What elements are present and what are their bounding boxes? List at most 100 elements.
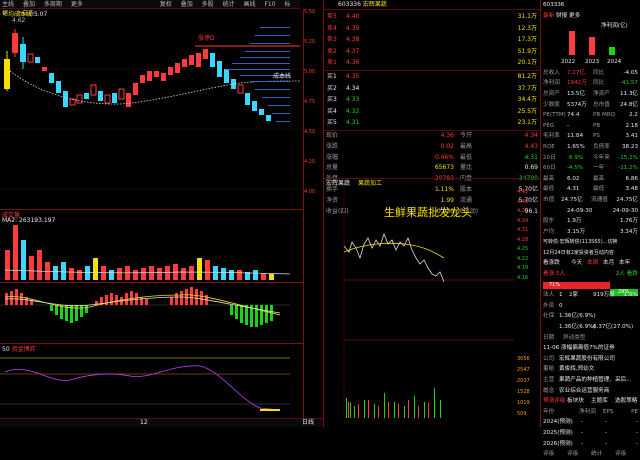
bid-row[interactable]: 买5 4.31 23.1万: [324, 117, 540, 129]
bid-row[interactable]: 买4 4.32 25.5万: [324, 106, 540, 118]
text-right-vote_tabs-3: 本年: [619, 260, 631, 267]
text-right-rating_tabs-1[interactable]: 板块块: [567, 396, 584, 407]
bottom-day[interactable]: 日线: [302, 419, 314, 427]
kline-panel[interactable]: 平均成本线 5.07 4.62 涨停D 成本线: [0, 9, 303, 209]
macd-chart: [0, 287, 290, 327]
toolbar-mid-2[interactable]: 多股: [202, 1, 214, 8]
toolbar-item-3[interactable]: 更多: [71, 1, 83, 8]
info-code: 603336: [543, 2, 565, 8]
text-right-more1-1-0: 外资: [543, 302, 555, 309]
stat-row: 市值 24.75亿 流通值 24.75亿: [541, 195, 640, 206]
info-tab-2[interactable]: 更多: [569, 13, 580, 19]
axis-3: 4.75: [304, 99, 316, 105]
text-quote-3-d: 0.69: [524, 164, 538, 172]
text-right-rows-9-3: -21.2%: [618, 165, 638, 172]
bid-row[interactable]: 买2 4.34 37.7万: [324, 83, 540, 95]
text-right-rows-12-3: 24.75亿: [616, 196, 638, 203]
toolbar-mid-3[interactable]: 统计: [223, 1, 235, 8]
text-right-forecast-0-0: 2024(预测): [543, 419, 573, 426]
text-quote-0-a: 现价: [326, 132, 339, 139]
text-right-rows2-0-1: 1.9万: [567, 218, 582, 225]
mini-tab-0[interactable]: 宏辉果蔬: [326, 180, 350, 187]
price-axis: 5.50 5.25 5.00 4.75 4.50 4.25 4.00: [304, 9, 323, 209]
text-right-rating_tabs-0[interactable]: 预测评级: [543, 396, 565, 407]
text-right-forecast_head-2: EPS: [603, 408, 614, 415]
text-right-forecast_head-1: 净利润: [579, 408, 596, 415]
text-orderbook-bids-4-price: 4.31: [346, 119, 360, 126]
ask-row[interactable]: 卖1 4.36 20.1万: [324, 57, 540, 69]
axis-6: 4.00: [304, 189, 316, 195]
toolbar-mid-1[interactable]: 叠加: [181, 1, 193, 8]
text-right-vote_tabs-0: 今天: [571, 260, 583, 267]
text-orderbook-asks-0-vol: 31.1万: [517, 13, 537, 20]
limit-up-tag: 涨停D: [198, 35, 215, 42]
ask-row[interactable]: 卖5 4.40 31.1万: [324, 11, 540, 23]
mini-tabs: 宏辉果蔬 果蔬加工: [324, 179, 540, 188]
news-2[interactable]: 12月24日有2家投资者互动内容: [543, 248, 614, 259]
text-orderbook-asks-3-vol: 51.9万: [517, 47, 537, 55]
text-right-rows-7-0: ROE: [543, 143, 555, 150]
stat-row: ROE 1.65% 负债率 38.23: [541, 142, 640, 153]
ask-row[interactable]: 卖2 4.37 51.9万: [324, 46, 540, 58]
toolbar-mid-5[interactable]: F10: [264, 1, 275, 8]
indicator-chart: [0, 357, 290, 411]
mini-tab-1[interactable]: 果蔬加工: [358, 180, 382, 187]
toolbar-item-2[interactable]: 多周期: [44, 1, 62, 8]
text-orderbook-bids-3-vol: 25.5万: [517, 107, 537, 115]
text-right-sec1_title: 日期: [543, 334, 555, 341]
stat-row: 总资产 13.5亿 净资产 11.3亿: [541, 89, 640, 100]
stat-row: 少数股 5374万 总市值 24.8亿: [541, 100, 640, 111]
text-right-rows-3-2: 总市值: [593, 101, 610, 108]
text-right-rows-7-2: 负债率: [593, 143, 610, 150]
text-quote-2-d: 4.31: [524, 153, 538, 161]
news-1[interactable]: 可转债:宏辉转债(113565)...切换: [543, 237, 617, 248]
text-right-rows-8-2: 今年来: [593, 154, 610, 161]
text-right-forecast-1-2: -: [605, 429, 608, 436]
text-right-rows-12-1: 24.75亿: [561, 196, 583, 203]
text-right-rows-10-1: 6.02: [567, 175, 580, 182]
text-right-rows-2-3: 11.3亿: [619, 90, 638, 97]
ask-row[interactable]: 卖4 4.39 12.3万: [324, 23, 540, 35]
text-right-rows-12-0: 市值: [543, 196, 555, 203]
toolbar-mid-4[interactable]: 画线: [244, 1, 256, 8]
mini-axis-8: 4.19: [517, 265, 529, 271]
text-right-rating_tabs-2[interactable]: 主题库: [591, 396, 608, 407]
text-right-rows-0-0: 总收入: [543, 69, 560, 76]
text-right-rows-12-2: 流通值: [591, 196, 608, 203]
text-orderbook-bids-1-price: 4.34: [346, 84, 360, 92]
mini-axis-6: 4.25: [517, 246, 529, 252]
mini-vol-axis: 3056 2547 2037 1528 1019 509: [517, 354, 539, 420]
text-right-rows-6-2: PS: [593, 133, 600, 140]
mini-axis-7: 4.22: [517, 255, 529, 262]
text-right-forecast-0-1: -: [581, 419, 584, 426]
text-right-rows-0-2: 同比: [593, 69, 605, 76]
text-orderbook-bids-2-vol: 34.4万: [517, 96, 537, 103]
mini-axis-1: 4.40: [517, 198, 529, 205]
mini-axis-5: 4.28: [517, 236, 529, 243]
toolbar-item-1[interactable]: 叠加: [23, 1, 35, 8]
text-right-vote_tabs-1: 本周: [587, 260, 599, 267]
info-tab-1[interactable]: 财报: [556, 13, 567, 19]
text-orderbook-asks-4-vol: 20.1万: [517, 59, 537, 66]
axis-0: 5.50: [304, 9, 316, 15]
stock-code: 603336: [338, 1, 361, 8]
text-orderbook-asks-3-label: 卖2: [327, 47, 337, 55]
text-right-rows-3-1: 5374万: [567, 101, 587, 108]
bid-row[interactable]: 买3 4.33 34.4万: [324, 94, 540, 106]
toolbar-mid-0[interactable]: 复权: [160, 1, 172, 8]
stat-row: PE(TTM) 74.4 PB MRQ 2.2: [541, 110, 640, 121]
info-tab-0[interactable]: 最新: [543, 13, 554, 19]
text-right-rating_tabs-3[interactable]: 选股策略: [615, 396, 637, 407]
mini-price-axis: 4.43 4.40 4.37 4.34 4.31 4.28 4.25 4.22 …: [517, 188, 539, 283]
text-quote-2-a: 涨幅: [326, 153, 339, 161]
toolbar-item-0[interactable]: 主线: [2, 1, 14, 8]
text-right-rows-4-0: PE(TTM): [543, 112, 566, 119]
text-quote-2-c: 最低: [460, 153, 473, 161]
text-orderbook-bids-3-price: 4.32: [346, 107, 360, 115]
text-right-vote_left: 看涨 5人: [543, 271, 566, 278]
text-right-info-2-0: 主营: [543, 377, 555, 383]
bid-row[interactable]: 买1 4.35 81.2万: [324, 71, 540, 83]
text-right-sec1_tab: 异动类型: [563, 334, 586, 341]
text-right-rows-10-3: 6.86: [625, 175, 638, 182]
ask-row[interactable]: 卖3 4.38 17.3万: [324, 34, 540, 46]
